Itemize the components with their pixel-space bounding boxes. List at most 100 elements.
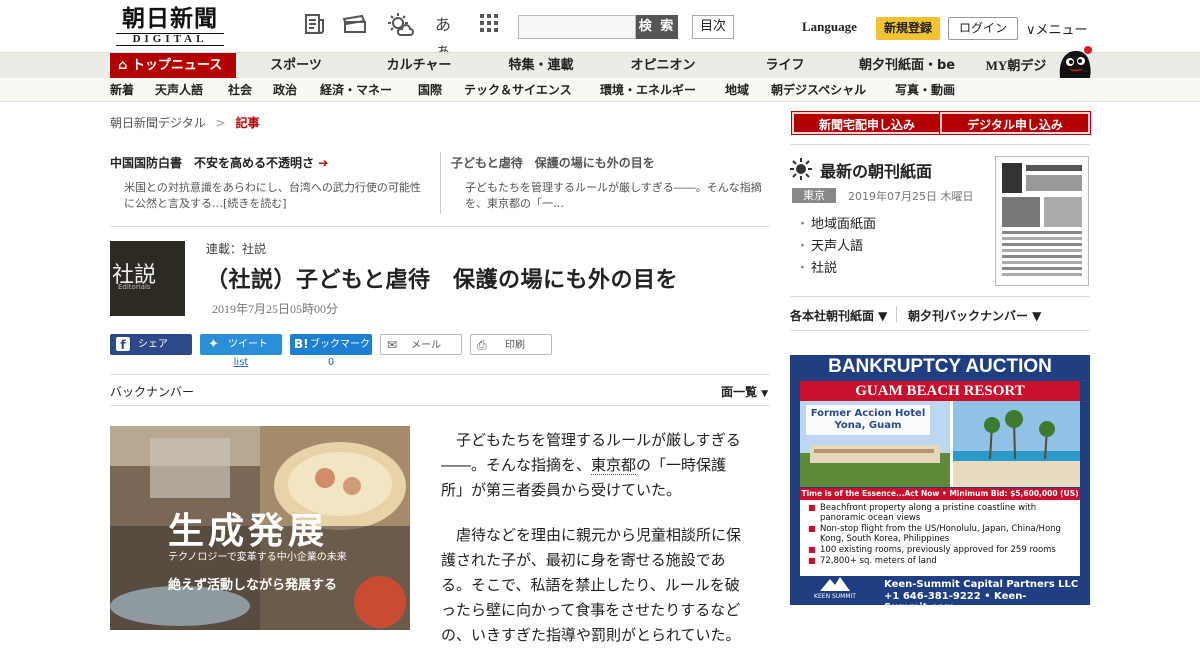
regional-papers-dropdown[interactable]: 各本社朝刊紙面 ▼: [790, 307, 887, 324]
ad-bullet: Beachfront property along a pristine coa…: [808, 503, 1074, 523]
menu-label: メニュー: [1035, 23, 1088, 38]
nav2-item[interactable]: 新着: [110, 78, 134, 102]
article-title: （社説）子どもと虐待 保護の場にも外の目を: [206, 268, 679, 293]
secondary-nav: 新着 天声人語 社会 政治 経済・マネー 国際 テック＆サイエンス 環境・エネル…: [0, 78, 1200, 102]
related-headline[interactable]: 子どもと虐待 保護の場にも外の目を: [451, 154, 771, 172]
nav2-item[interactable]: 朝デジスペシャル: [771, 78, 866, 102]
nav-item-paper[interactable]: 朝夕刊紙面・be: [852, 53, 962, 79]
ticket-icon[interactable]: [342, 12, 368, 38]
mail-button[interactable]: ✉ メール: [380, 334, 462, 355]
share-label: シェア: [138, 339, 168, 350]
facebook-share-button[interactable]: f シェア: [110, 334, 192, 355]
search-input[interactable]: [518, 15, 636, 39]
divider: [110, 405, 770, 406]
home-icon: ⌂: [118, 58, 128, 73]
nav-item-sports[interactable]: スポーツ: [250, 53, 342, 79]
twitter-count[interactable]: list: [200, 357, 282, 368]
thumbnail-caption: Editorials: [118, 283, 151, 291]
nav-item-top-news[interactable]: ⌂ トップニュース: [110, 53, 236, 79]
newspaper-icon[interactable]: [302, 12, 328, 38]
weather-icon[interactable]: [386, 12, 414, 38]
grid-menu-icon[interactable]: [476, 12, 502, 38]
ad-contact: +1 646-381-9222 • Keen-Summit.com: [884, 591, 1027, 605]
digital-subscribe-button[interactable]: デジタル申し込み: [939, 111, 1091, 135]
ad-caption-line: Former Accion Hotel: [810, 408, 926, 419]
promo-tagline: 絶えず活動しながら発展する: [168, 578, 338, 593]
keen-summit-logo: KEEN SUMMIT: [810, 577, 860, 601]
login-button[interactable]: ログイン: [948, 17, 1018, 40]
print-button[interactable]: ⎙ 印刷: [470, 334, 552, 355]
nav2-item[interactable]: 国際: [418, 78, 442, 102]
nav2-item[interactable]: 政治: [273, 78, 297, 102]
nav2-item[interactable]: 経済・マネー: [320, 78, 392, 102]
logo-text-ja: 朝日新聞: [122, 5, 218, 32]
search-button[interactable]: 検 索: [636, 15, 678, 39]
nav2-item[interactable]: 環境・エネルギー: [600, 78, 696, 102]
related-article[interactable]: 子どもと虐待 保護の場にも外の目を 子どもたちを管理するルールが厳しすぎる――。…: [451, 154, 771, 212]
chevron-down-icon: ∨: [1026, 23, 1036, 38]
tweet-label: ツイート: [228, 339, 268, 350]
ad-bullet: 100 existing rooms, previously approved …: [808, 545, 1074, 555]
related-summary: 子どもたちを管理するルールが厳しすぎる――。そんな指摘を、東京都の「一…: [465, 181, 762, 210]
ad-tagline: Time is of the Essence...Act Now • Minim…: [800, 488, 1080, 500]
advertisement[interactable]: BANKRUPTCY AUCTION GUAM BEACH RESORT For…: [790, 355, 1090, 605]
paper-link[interactable]: 社説: [796, 257, 837, 276]
article-date: 2019年7月25日05時00分: [212, 302, 339, 316]
series-label[interactable]: 連載：社説: [206, 240, 266, 257]
bookmark-label: ブックマーク: [310, 339, 370, 350]
newspaper-thumbnail[interactable]: [995, 156, 1089, 286]
nav-item-features[interactable]: 特集・連載: [494, 53, 588, 79]
home-delivery-button[interactable]: 新聞宅配申し込み: [791, 111, 943, 135]
article-paragraph: 子どもたちを管理するルールが厳しすぎる――。そんな指摘を、東京都の「一時保護所」…: [441, 428, 746, 503]
hatena-count[interactable]: 0: [290, 357, 372, 368]
nav2-item[interactable]: 天声人語: [155, 78, 203, 102]
nav2-item[interactable]: 社会: [228, 78, 252, 102]
ad-title: BANKRUPTCY AUCTION: [828, 356, 1052, 377]
related-headline[interactable]: 中国国防白書 不安を高める不透明さ: [110, 156, 314, 170]
register-button[interactable]: 新規登録: [876, 17, 940, 40]
ad-bullet: Non-stop flight from the US/Honolulu, Ja…: [808, 524, 1074, 544]
breadcrumb-home[interactable]: 朝日新聞デジタル: [110, 116, 206, 130]
divider: [790, 144, 1090, 145]
mail-label: メール: [411, 340, 441, 351]
site-header: 朝日新聞 DIGITAL あぁ 検 索 目次 Language 新規登録 ログイ…: [0, 0, 1200, 60]
breadcrumb-current: 記事: [235, 116, 260, 130]
nav-item-life[interactable]: ライフ: [738, 53, 832, 79]
primary-nav: ⌂ トップニュース スポーツ カルチャー 特集・連載 オピニオン ライフ 朝夕刊…: [0, 52, 1200, 79]
keyword-link[interactable]: 東京都: [591, 456, 637, 475]
nav2-item[interactable]: 地域: [725, 78, 749, 102]
twitter-share-button[interactable]: ✦ ツイート: [200, 334, 282, 355]
arrow-right-icon: ➔: [318, 156, 329, 170]
page-list-dropdown[interactable]: 面一覧 ▼: [721, 383, 768, 400]
mascot-icon: [1059, 46, 1092, 78]
nav2-item[interactable]: 写真・動画: [895, 78, 955, 102]
latest-paper-title: 最新の朝刊紙面: [820, 162, 933, 181]
toc-button[interactable]: 目次: [692, 15, 734, 39]
logo-text-en: DIGITAL: [116, 33, 224, 46]
back-numbers-dropdown[interactable]: 朝夕刊バックナンバー ▼: [908, 307, 1041, 324]
related-article[interactable]: 中国国防白書 不安を高める不透明さ ➔ 米国との対抗意識をあらわにし、台湾への武…: [110, 154, 430, 212]
paper-link[interactable]: 地域面紙面: [796, 213, 876, 232]
nav-item-label: トップニュース: [131, 58, 223, 73]
font-size-icon[interactable]: あぁ: [430, 12, 456, 60]
ad-caption: Former Accion Hotel Yona, Guam: [806, 405, 930, 435]
promo-subtitle: テクノロジーで変革する中小企業の未来: [168, 552, 347, 563]
sun-icon: [790, 158, 812, 180]
hatena-bookmark-button[interactable]: B! ブックマーク: [290, 334, 372, 355]
nav-item-opinion[interactable]: オピニオン: [616, 53, 710, 79]
ad-caption-line: Yona, Guam: [834, 420, 902, 431]
breadcrumb: 朝日新聞デジタル > 記事: [110, 114, 260, 131]
menu-button[interactable]: ∨メニュー: [1026, 19, 1088, 38]
nav-item-culture[interactable]: カルチャー: [372, 53, 466, 79]
nav2-item[interactable]: テック＆サイエンス: [464, 78, 572, 102]
caret-down-icon: ▼: [761, 389, 769, 399]
nav-item-my[interactable]: MY朝デジ: [978, 53, 1054, 79]
language-link[interactable]: Language: [802, 19, 857, 35]
site-logo[interactable]: 朝日新聞 DIGITAL: [110, 6, 230, 48]
hatena-icon: B!: [294, 337, 309, 351]
paper-link[interactable]: 天声人語: [796, 235, 863, 254]
backnumber-label: バックナンバー: [110, 385, 195, 399]
ad-subtitle: GUAM BEACH RESORT: [800, 381, 1080, 401]
promo-image[interactable]: 生成発展 テクノロジーで変革する中小企業の未来 絶えず活動しながら発展する: [110, 426, 410, 630]
newspaper-page-graphic: [1000, 161, 1086, 283]
